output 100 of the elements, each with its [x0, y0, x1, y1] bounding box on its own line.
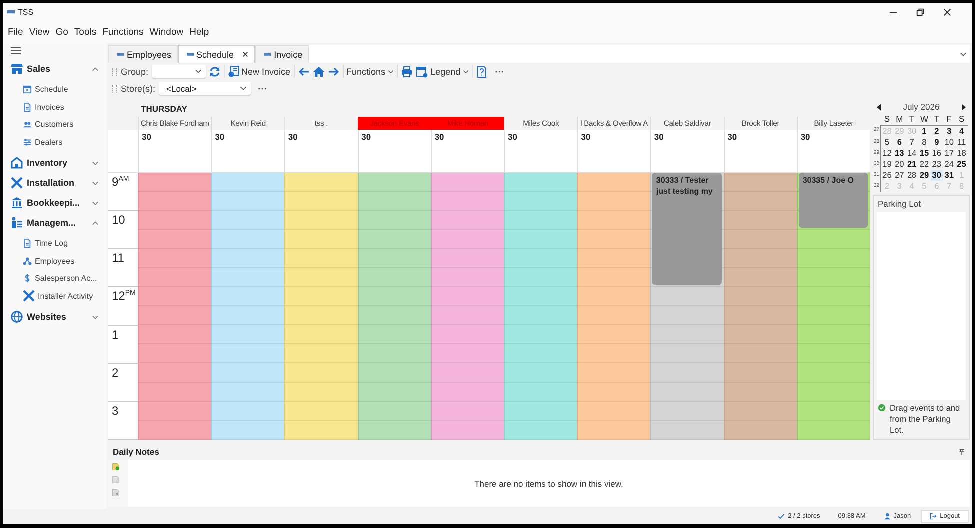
pin-icon[interactable]	[959, 448, 965, 454]
nav-group[interactable]: Installation	[3, 175, 107, 191]
help-icon[interactable]	[476, 66, 488, 78]
hour-label: 10	[112, 213, 126, 228]
calendar-day[interactable]: 24	[943, 159, 956, 170]
calendar-day[interactable]: 2	[930, 125, 944, 137]
more-icon[interactable]	[494, 70, 504, 74]
calendar-day[interactable]: 25	[956, 159, 968, 170]
calendar-day[interactable]: 7	[906, 137, 918, 148]
previous-month-icon[interactable]	[877, 104, 881, 110]
check-circle-icon	[878, 404, 886, 412]
appointment[interactable]: 30333 / Tester just testing my	[652, 173, 722, 286]
nav-item[interactable]: Installer Activity	[3, 288, 107, 305]
nav-group[interactable]: Inventory	[3, 155, 107, 171]
legend-dropdown[interactable]: Legend	[430, 66, 469, 76]
day-number: 30	[508, 132, 518, 142]
calendar-day[interactable]: 9	[930, 137, 944, 148]
menu-item[interactable]: Go	[56, 26, 68, 38]
chevron-down-icon[interactable]	[960, 52, 967, 56]
nav-item[interactable]: Schedule	[3, 81, 107, 98]
day-number: 30	[362, 132, 372, 142]
calendar-day[interactable]: 1	[918, 125, 931, 137]
nav-group[interactable]: Bookkeepi...	[3, 195, 107, 211]
menu-item[interactable]: Tools	[74, 26, 97, 38]
panel-title: Parking Lot	[877, 198, 922, 211]
nav-item[interactable]: Invoices	[3, 98, 107, 116]
calendar-day[interactable]: 27	[893, 170, 906, 181]
calendar-day[interactable]: 18	[956, 148, 968, 159]
hour-label: 3	[112, 404, 119, 418]
calendar-day[interactable]: 26	[881, 170, 894, 181]
hour-label: 11	[112, 251, 124, 266]
tab[interactable]: Invoice	[255, 45, 309, 63]
calendar-day[interactable]: 29	[918, 170, 931, 181]
back-arrow-icon[interactable]	[298, 66, 310, 78]
calendar-day[interactable]: 19	[881, 159, 894, 170]
new-invoice-button[interactable]: New Invoice	[228, 66, 291, 78]
more-icon[interactable]	[258, 86, 267, 90]
calendar-day[interactable]: 16	[930, 148, 944, 159]
refresh-icon[interactable]	[208, 66, 221, 78]
calendar-day[interactable]: 15	[918, 148, 931, 159]
close-icon[interactable]	[943, 8, 952, 16]
people-icon	[23, 120, 32, 130]
logout-icon	[930, 513, 938, 520]
document-icon	[23, 102, 32, 112]
calendar-day[interactable]: 12	[881, 148, 894, 159]
calendar-day[interactable]: 5	[881, 137, 894, 148]
calendar-day[interactable]: 22	[918, 159, 931, 170]
calendar-day[interactable]: 11	[956, 137, 968, 148]
calendar-day[interactable]: 23	[930, 159, 944, 170]
delete-note-icon[interactable]	[112, 489, 120, 497]
nav-group[interactable]: Managem...	[3, 215, 107, 231]
calendar-day[interactable]: 17	[943, 148, 956, 159]
calendar-day[interactable]: 3	[943, 125, 956, 137]
nav-item[interactable]: Time Log	[3, 235, 107, 252]
window-title: TSS	[18, 8, 34, 16]
add-note-icon[interactable]	[112, 463, 120, 471]
calendar-day[interactable]: 31	[943, 170, 956, 181]
chevron-down-icon	[194, 69, 202, 74]
next-month-icon[interactable]	[962, 104, 966, 110]
home-icon[interactable]	[312, 66, 325, 78]
day-number: 30	[434, 132, 444, 142]
tab[interactable]: Employees	[108, 45, 178, 63]
weekday-label: W	[919, 114, 930, 125]
close-icon[interactable]	[242, 51, 250, 58]
store-dropdown[interactable]: <Local>	[158, 82, 251, 95]
calendar-day[interactable]: 21	[906, 159, 918, 170]
menu-item[interactable]: Functions	[102, 26, 144, 38]
menu-item[interactable]: File	[8, 26, 24, 38]
restore-icon[interactable]	[916, 8, 925, 16]
calendar-icon	[23, 85, 32, 94]
calendar-icon[interactable]	[416, 66, 428, 78]
calendar-day[interactable]: 28	[906, 170, 918, 181]
nav-item[interactable]: Customers	[3, 116, 107, 134]
menu-item[interactable]: Window	[150, 26, 184, 38]
nav-item[interactable]: Salesperson Ac...	[3, 270, 107, 288]
tab[interactable]: Schedule	[178, 45, 256, 63]
check-icon	[778, 513, 786, 520]
nav-group[interactable]: Sales	[3, 61, 107, 77]
nav-group[interactable]: Websites	[3, 309, 107, 325]
calendar-day[interactable]: 6	[893, 137, 906, 148]
calendar-day[interactable]: 10	[943, 137, 956, 148]
calendar-day[interactable]: 13	[893, 148, 906, 159]
calendar-day[interactable]: 4	[956, 125, 968, 137]
appointment[interactable]: 30335 / Joe O	[798, 173, 868, 228]
calendar-day[interactable]: 8	[918, 137, 931, 148]
nav-item[interactable]: Employees	[3, 252, 107, 270]
hour-label: 12$^{PM}$	[112, 289, 136, 304]
menu-item[interactable]: Help	[190, 26, 210, 38]
calendar-day[interactable]: 30	[930, 170, 944, 181]
month-title: July 2026	[903, 102, 940, 112]
forward-arrow-icon[interactable]	[328, 66, 340, 78]
menu-icon[interactable]	[11, 47, 21, 55]
network-icon	[23, 256, 32, 266]
menu-item[interactable]: View	[29, 26, 50, 38]
calendar-day[interactable]: 14	[906, 148, 918, 159]
functions-dropdown[interactable]: Functions	[346, 66, 394, 76]
calendar-day[interactable]: 20	[893, 159, 906, 170]
nav-item[interactable]: Dealers	[3, 134, 107, 151]
print-icon[interactable]	[400, 66, 413, 78]
dollar-icon	[23, 274, 32, 284]
